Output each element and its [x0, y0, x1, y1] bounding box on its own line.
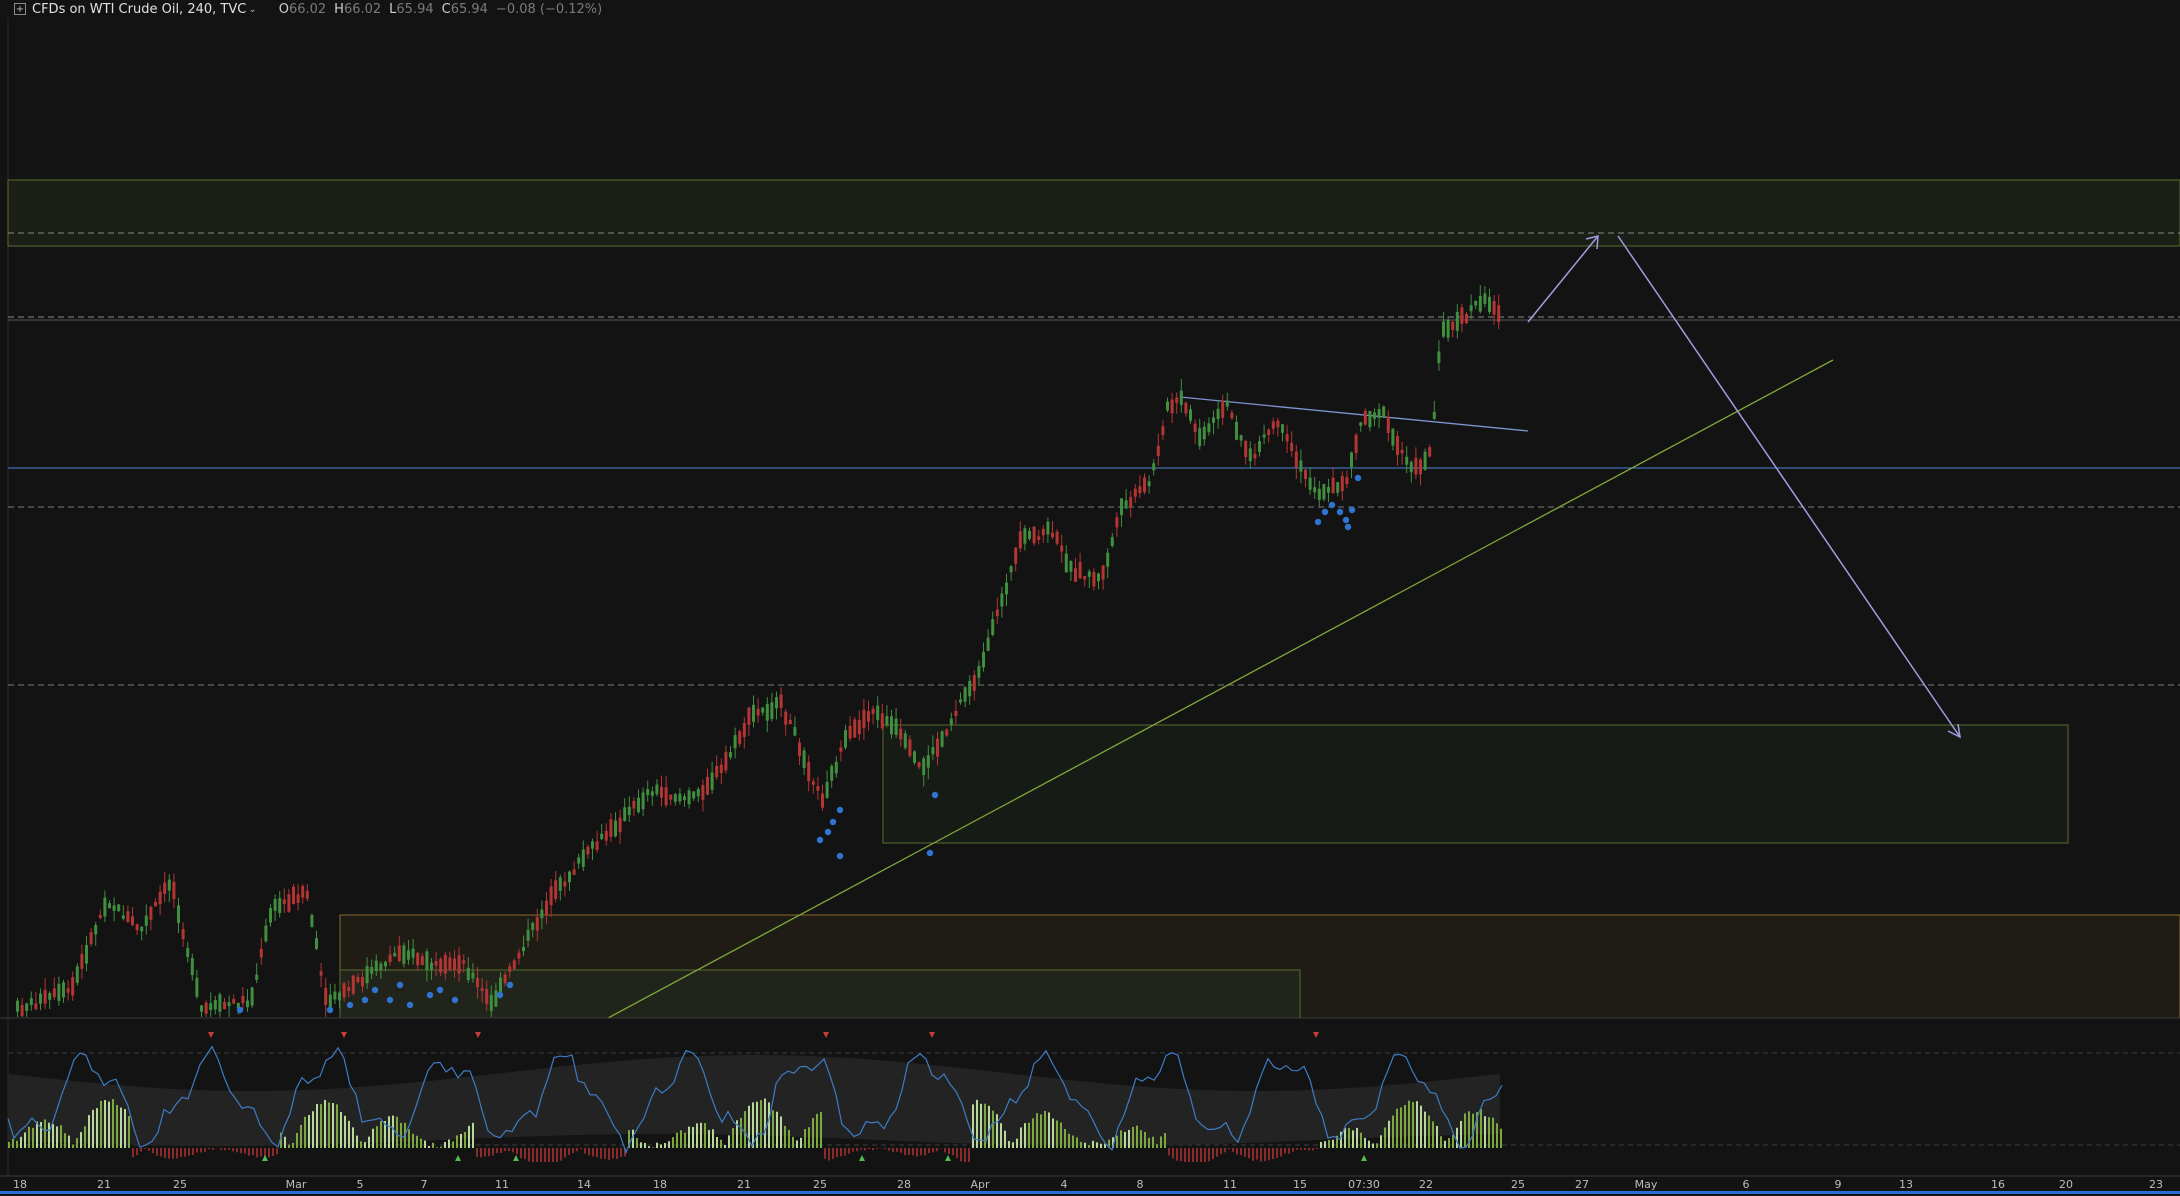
time-tick: 5: [356, 1178, 364, 1191]
time-tick: 21: [97, 1178, 111, 1191]
time-tick: 6: [1742, 1178, 1750, 1191]
time-tick: Mar: [285, 1178, 307, 1191]
low-key: L: [389, 1, 397, 17]
open-key: O: [278, 1, 289, 17]
time-tick: 11: [1223, 1178, 1237, 1191]
low-value: 65.94: [396, 1, 434, 17]
time-tick: 22: [1419, 1178, 1433, 1191]
small-demand-zone[interactable]: [339, 969, 1301, 1019]
change-value: −0.08 (−0.12%): [495, 1, 603, 17]
time-tick: 25: [813, 1178, 827, 1191]
time-tick: 27: [1575, 1178, 1589, 1191]
time-tick: 11: [495, 1178, 509, 1191]
time-tick: 9: [1834, 1178, 1842, 1191]
time-tick: 25: [1511, 1178, 1525, 1191]
high-key: H: [334, 1, 344, 17]
time-tick: 4: [1060, 1178, 1068, 1191]
open-value: 66.02: [288, 1, 327, 17]
accent-bar: [0, 1191, 2180, 1194]
time-tick: 14: [577, 1178, 591, 1191]
time-tick: 13: [1899, 1178, 1913, 1191]
time-tick: 21: [737, 1178, 751, 1191]
price-chart[interactable]: [0, 0, 2180, 1196]
time-tick: 20: [2059, 1178, 2073, 1191]
supply-zone[interactable]: [7, 179, 2180, 247]
time-tick: 18: [653, 1178, 667, 1191]
high-value: 66.02: [343, 1, 382, 17]
symbol-legend: + CFDs on WTI Crude Oil, 240, TVC ⌄ O 66.…: [14, 0, 602, 18]
time-tick: 25: [173, 1178, 187, 1191]
time-tick: 23: [2149, 1178, 2163, 1191]
time-tick: Apr: [970, 1178, 990, 1191]
time-tick: 7: [420, 1178, 428, 1191]
close-key: C: [441, 1, 451, 17]
time-tick: 07:30: [1348, 1178, 1380, 1191]
time-tick: 28: [897, 1178, 911, 1191]
chevron-down-icon[interactable]: ⌄: [248, 4, 256, 15]
time-tick: 16: [1991, 1178, 2005, 1191]
time-tick: 15: [1293, 1178, 1307, 1191]
plus-square-icon[interactable]: +: [14, 3, 26, 15]
symbol-title[interactable]: CFDs on WTI Crude Oil, 240, TVC: [32, 2, 246, 17]
time-tick: May: [1634, 1178, 1658, 1191]
time-tick: 18: [13, 1178, 27, 1191]
demand-zone[interactable]: [882, 724, 2069, 844]
close-value: 65.94: [450, 1, 488, 17]
time-tick: 8: [1136, 1178, 1144, 1191]
